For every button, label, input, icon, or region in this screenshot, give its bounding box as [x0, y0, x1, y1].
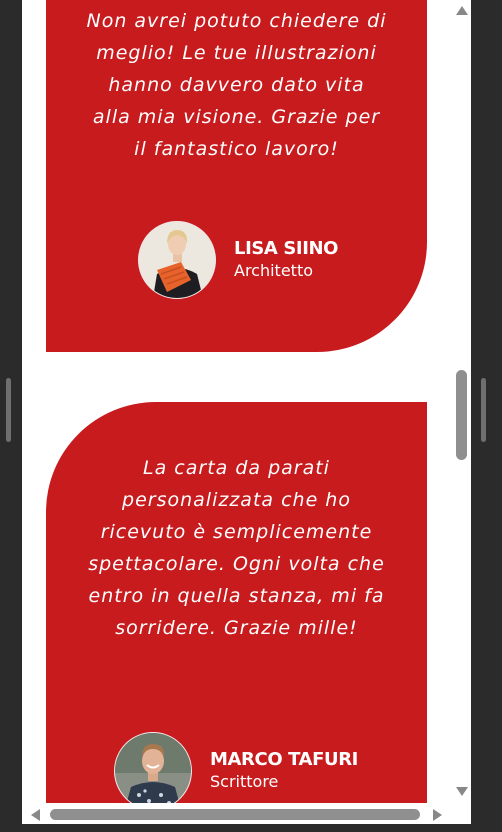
vertical-scroll-thumb[interactable] — [456, 370, 467, 460]
testimonial-quote: Non avrei potuto chiedere di meglio! Le … — [86, 10, 387, 160]
horizontal-scroll-thumb[interactable] — [50, 809, 420, 820]
avatar — [114, 732, 192, 810]
right-resize-handle[interactable] — [481, 378, 486, 442]
page-viewport: Non avrei potuto chiedere di meglio! Le … — [22, 0, 471, 824]
avatar — [138, 221, 216, 299]
author-role: Architetto — [234, 261, 314, 280]
testimonial-card: Non avrei potuto chiedere di meglio! Le … — [46, 0, 427, 352]
left-resize-handle[interactable] — [6, 378, 11, 442]
author-name: MARCO TAFURI — [210, 749, 358, 770]
author-name: LISA SIINO — [234, 238, 339, 259]
window-frame: Non avrei potuto chiedere di meglio! Le … — [0, 0, 502, 832]
testimonial-card: La carta da parati personalizzata che ho… — [46, 402, 427, 824]
testimonial-author: MARCO TAFURI Scrittore — [114, 732, 358, 810]
testimonial-quote: La carta da parati personalizzata che ho… — [88, 457, 385, 639]
scroll-right-icon[interactable] — [433, 809, 442, 821]
author-role: Scrittore — [210, 772, 279, 791]
scroll-left-icon[interactable] — [31, 809, 40, 821]
scroll-down-icon[interactable] — [456, 787, 468, 796]
testimonial-author: LISA SIINO Architetto — [138, 221, 338, 299]
scroll-up-icon[interactable] — [456, 6, 468, 15]
